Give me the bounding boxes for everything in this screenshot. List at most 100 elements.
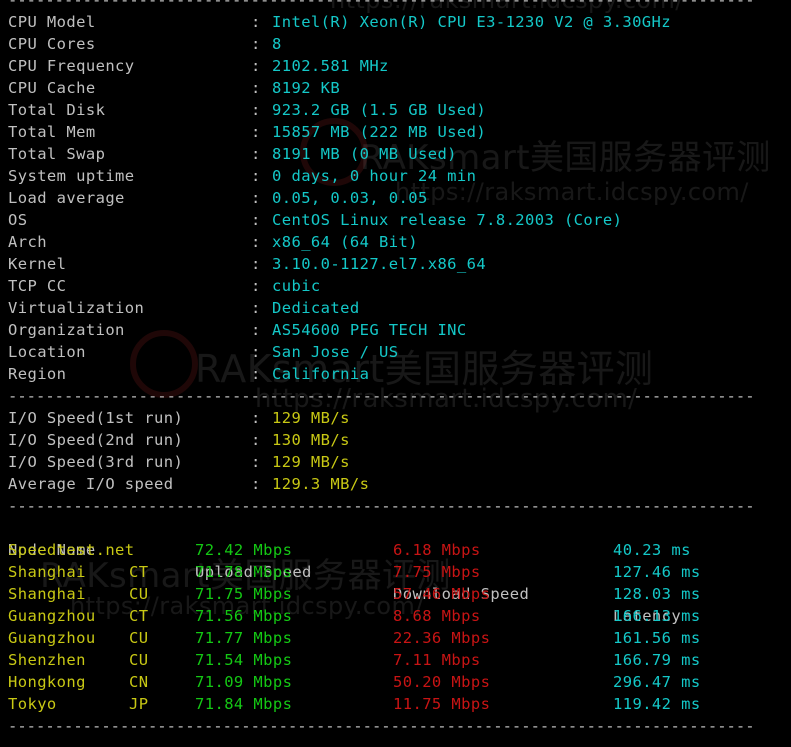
- info-label: CPU Cache: [8, 79, 96, 97]
- separator-line: ----------------------------------------…: [8, 717, 755, 735]
- info-label: Load average: [8, 189, 125, 207]
- info-row: CPU Frequency:2102.581 MHz: [8, 55, 791, 77]
- info-label: OS: [8, 211, 28, 229]
- info-row: Kernel:3.10.0-1127.el7.x86_64: [8, 253, 791, 275]
- colon-separator: :: [251, 277, 261, 295]
- info-row: CPU Cache:8192 KB: [8, 77, 791, 99]
- download-speed: 6.18 Mbps: [393, 541, 481, 559]
- upload-speed: 71.78 Mbps: [195, 563, 293, 581]
- node-name: Shanghai: [8, 563, 86, 581]
- upload-speed: 71.56 Mbps: [195, 607, 293, 625]
- colon-separator: :: [251, 365, 261, 383]
- info-label: TCP CC: [8, 277, 67, 295]
- upload-speed: 71.75 Mbps: [195, 585, 293, 603]
- colon-separator: :: [251, 299, 261, 317]
- download-speed: 7.11 Mbps: [393, 651, 481, 669]
- latency: 166.13 ms: [613, 607, 701, 625]
- colon-separator: :: [251, 431, 261, 449]
- colon-separator: :: [251, 35, 261, 53]
- info-value: 8: [272, 35, 282, 53]
- info-value: CentOS Linux release 7.8.2003 (Core): [272, 211, 623, 229]
- info-value: Dedicated: [272, 299, 360, 317]
- io-label: I/O Speed(2nd run): [8, 431, 184, 449]
- info-value: San Jose / US: [272, 343, 399, 361]
- download-speed: 50.20 Mbps: [393, 673, 491, 691]
- speedtest-row: Guangzhou CU 71.77 Mbps 22.36 Mbps 161.56 ms: [8, 627, 791, 649]
- colon-separator: :: [251, 475, 261, 493]
- separator-line: ----------------------------------------…: [8, 387, 755, 405]
- io-value: 129 MB/s: [272, 409, 350, 427]
- colon-separator: :: [251, 79, 261, 97]
- node-name: Guangzhou: [8, 607, 96, 625]
- colon-separator: :: [251, 13, 261, 31]
- colon-separator: :: [251, 233, 261, 251]
- colon-separator: :: [251, 409, 261, 427]
- info-label: Organization: [8, 321, 125, 339]
- info-label: CPU Cores: [8, 35, 96, 53]
- colon-separator: :: [251, 145, 261, 163]
- info-value: 0.05, 0.03, 0.05: [272, 189, 428, 207]
- info-label: Total Disk: [8, 101, 106, 119]
- separator-line: ----------------------------------------…: [8, 497, 755, 515]
- node-name: Speedtest.net: [8, 541, 135, 559]
- io-label: I/O Speed(1st run): [8, 409, 184, 427]
- info-value: AS54600 PEG TECH INC: [272, 321, 467, 339]
- colon-separator: :: [251, 189, 261, 207]
- speedtest-table: Speedtest.net 72.42 Mbps 6.18 Mbps 40.23 ms…: [8, 539, 791, 715]
- terminal-output: ----------------------------------------…: [8, 0, 791, 737]
- node-isp: CU: [129, 629, 149, 647]
- info-label: CPU Model: [8, 13, 96, 31]
- io-value: 130 MB/s: [272, 431, 350, 449]
- info-label: Virtualization: [8, 299, 145, 317]
- info-row: Location: San Jose / US: [8, 341, 791, 363]
- download-speed: 11.75 Mbps: [393, 695, 491, 713]
- info-label: System uptime: [8, 167, 135, 185]
- colon-separator: :: [251, 57, 261, 75]
- info-row: Total Disk:923.2 GB (1.5 GB Used): [8, 99, 791, 121]
- colon-separator: :: [251, 101, 261, 119]
- upload-speed: 71.09 Mbps: [195, 673, 293, 691]
- info-value: 3.10.0-1127.el7.x86_64: [272, 255, 487, 273]
- info-label: Location: [8, 343, 86, 361]
- latency: 127.46 ms: [613, 563, 701, 581]
- node-name: Shenzhen: [8, 651, 86, 669]
- io-speed-section: I/O Speed(1st run):129 MB/s I/O Speed(2nd…: [8, 407, 791, 495]
- speedtest-row: Shanghai CU 71.75 Mbps 57.46 Mbps 128.03 ms: [8, 583, 791, 605]
- info-label: Kernel: [8, 255, 67, 273]
- node-isp: CU: [129, 585, 149, 603]
- system-info-section: CPU Model: Intel(R) Xeon(R) CPU E3-1230 V…: [8, 11, 791, 385]
- io-label: I/O Speed(3rd run): [8, 453, 184, 471]
- info-row: Virtualization: Dedicated: [8, 297, 791, 319]
- colon-separator: :: [251, 167, 261, 185]
- speedtest-row: Hongkong CN 71.09 Mbps 50.20 Mbps 296.47 ms: [8, 671, 791, 693]
- separator-line: ----------------------------------------…: [8, 0, 755, 9]
- node-name: Tokyo: [8, 695, 57, 713]
- info-row: Region: California: [8, 363, 791, 385]
- speedtest-header-row: Node Name Upload Speed Download Speed La…: [8, 517, 791, 625]
- info-row: CPU Model: Intel(R) Xeon(R) CPU E3-1230 V…: [8, 11, 791, 33]
- download-speed: 57.46 Mbps: [393, 585, 491, 603]
- node-isp: JP: [129, 695, 149, 713]
- colon-separator: :: [251, 123, 261, 141]
- speedtest-row: Speedtest.net 72.42 Mbps 6.18 Mbps 40.23 ms: [8, 539, 791, 561]
- io-row: I/O Speed(3rd run):129 MB/s: [8, 451, 791, 473]
- info-value: 2102.581 MHz: [272, 57, 389, 75]
- latency: 128.03 ms: [613, 585, 701, 603]
- info-label: Total Swap: [8, 145, 106, 163]
- info-value: x86_64 (64 Bit): [272, 233, 418, 251]
- colon-separator: :: [251, 255, 261, 273]
- colon-separator: :: [251, 453, 261, 471]
- io-row: Average I/O speed:129.3 MB/s: [8, 473, 791, 495]
- node-isp: CU: [129, 651, 149, 669]
- node-name: Shanghai: [8, 585, 86, 603]
- info-label: CPU Frequency: [8, 57, 135, 75]
- io-row: I/O Speed(1st run):129 MB/s: [8, 407, 791, 429]
- info-row: Total Swap:8191 MB (0 MB Used): [8, 143, 791, 165]
- download-speed: 8.68 Mbps: [393, 607, 481, 625]
- colon-separator: :: [251, 321, 261, 339]
- info-label: Region: [8, 365, 67, 383]
- info-label: Arch: [8, 233, 47, 251]
- info-row: CPU Cores:8: [8, 33, 791, 55]
- info-value: California: [272, 365, 370, 383]
- node-isp: CN: [129, 673, 149, 691]
